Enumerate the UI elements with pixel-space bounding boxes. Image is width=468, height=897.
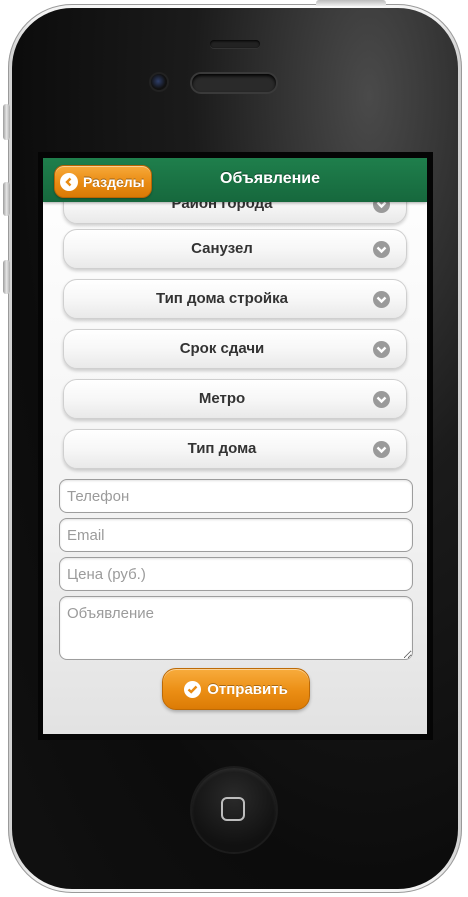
select-label: Тип дома xyxy=(187,440,257,457)
select-metro[interactable]: Метро xyxy=(63,379,407,419)
earpiece-speaker xyxy=(192,74,276,92)
chevron-down-icon xyxy=(373,441,390,458)
select-label: Метро xyxy=(198,390,246,407)
chevron-down-icon xyxy=(373,341,390,358)
volume-up-button xyxy=(3,182,10,216)
select-label: Срок сдачи xyxy=(179,340,265,357)
sensor xyxy=(210,40,260,48)
home-button[interactable] xyxy=(192,768,276,852)
ad-text-field[interactable] xyxy=(59,596,413,660)
page-title: Объявление xyxy=(220,170,320,187)
submit-button-label: Отправить xyxy=(207,680,288,698)
phone-field[interactable] xyxy=(59,479,413,513)
chevron-down-icon xyxy=(373,291,390,308)
home-square-icon xyxy=(221,797,245,821)
submit-button[interactable]: Отправить xyxy=(162,668,310,710)
volume-down-button xyxy=(3,260,10,294)
email-field[interactable] xyxy=(59,518,413,552)
chevron-down-icon xyxy=(373,391,390,408)
select-building-type-construction[interactable]: Тип дома стройка xyxy=(63,279,407,319)
header-bar: Разделы Объявление xyxy=(43,158,427,202)
back-button[interactable]: Разделы xyxy=(54,165,152,198)
check-icon xyxy=(184,680,202,698)
chevron-left-icon xyxy=(60,172,78,191)
mute-switch xyxy=(3,104,10,140)
front-camera xyxy=(151,74,167,90)
select-completion-date[interactable]: Срок сдачи xyxy=(63,329,407,369)
price-field[interactable] xyxy=(59,557,413,591)
select-bathroom[interactable]: Санузел xyxy=(63,229,407,269)
power-button xyxy=(316,0,386,6)
select-label: Санузел xyxy=(191,240,253,257)
select-building-type[interactable]: Тип дома xyxy=(63,429,407,469)
screen: Район города Разделы Объявление Санузел … xyxy=(43,158,427,734)
back-button-label: Разделы xyxy=(83,173,145,190)
select-label: Тип дома стройка xyxy=(155,290,289,307)
chevron-down-icon xyxy=(373,241,390,258)
